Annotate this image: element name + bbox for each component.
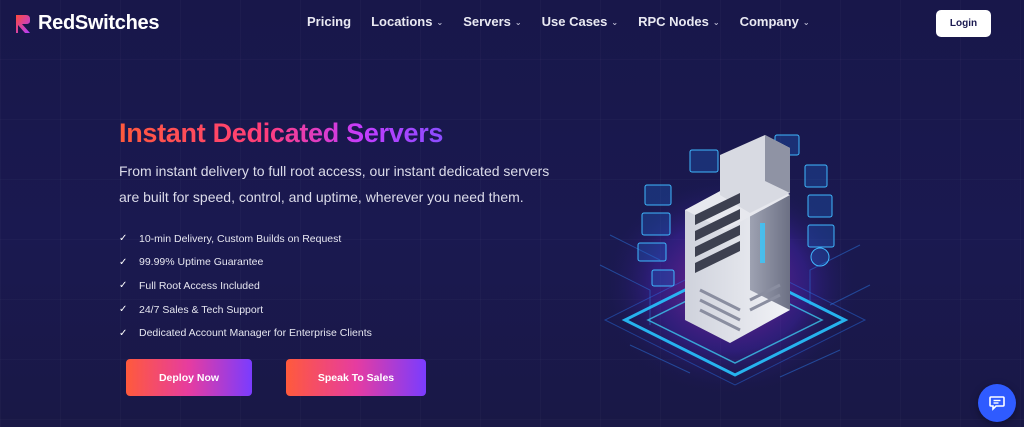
feature-list: ✓ 10-min Delivery, Custom Builds on Requ… [119, 227, 372, 345]
check-icon: ✓ [119, 327, 128, 339]
server-illustration [599, 134, 871, 395]
nav-item-label: Use Cases [541, 14, 608, 29]
nav-item-label: Company [739, 14, 799, 29]
brand-name: RedSwitches [38, 12, 160, 34]
feature-text: Full Root Access Included [139, 279, 260, 292]
chat-icon [989, 396, 1005, 411]
chevron-down-icon: ⌄ [514, 18, 522, 27]
list-item: ✓ 24/7 Sales & Tech Support [119, 298, 372, 322]
chevron-down-icon: ⌄ [436, 18, 444, 27]
nav-item-servers[interactable]: Servers ⌄ [463, 14, 521, 29]
list-item: ✓ 10-min Delivery, Custom Builds on Requ… [119, 227, 372, 251]
top-navbar: RedSwitches Pricing Locations ⌄ Servers … [0, 0, 1024, 46]
nav-item-label: Locations [371, 14, 433, 29]
check-icon: ✓ [119, 280, 128, 292]
brand-logo[interactable]: RedSwitches [14, 12, 159, 35]
nav-item-label: RPC Nodes [638, 14, 709, 29]
check-icon: ✓ [119, 304, 128, 316]
nav-item-pricing[interactable]: Pricing [307, 14, 351, 29]
login-button[interactable]: Login [936, 10, 991, 37]
list-item: ✓ Dedicated Account Manager for Enterpri… [119, 321, 372, 345]
nav-item-use-cases[interactable]: Use Cases ⌄ [542, 14, 618, 29]
check-icon: ✓ [119, 256, 128, 268]
hero-title: Instant Dedicated Servers [119, 118, 444, 148]
nav-item-locations[interactable]: Locations ⌄ [371, 14, 443, 29]
deploy-now-button[interactable]: Deploy Now [126, 359, 252, 396]
logo-mark-icon [16, 14, 30, 33]
list-item: ✓ 99.99% Uptime Guarantee [119, 251, 372, 275]
chat-button[interactable] [978, 384, 1016, 422]
chevron-down-icon: ⌄ [611, 18, 619, 27]
hero-description: From instant delivery to full root acces… [119, 163, 550, 205]
speak-to-sales-button[interactable]: Speak To Sales [286, 359, 426, 396]
chevron-down-icon: ⌄ [802, 18, 810, 27]
page: RedSwitches Pricing Locations ⌄ Servers … [0, 0, 1024, 427]
feature-text: Dedicated Account Manager for Enterprise… [139, 327, 372, 340]
main-menu: Pricing Locations ⌄ Servers ⌄ Use Cases … [307, 14, 810, 29]
chevron-down-icon: ⌄ [712, 18, 720, 27]
nav-item-label: Pricing [307, 14, 352, 29]
feature-text: 99.99% Uptime Guarantee [139, 256, 264, 269]
feature-text: 24/7 Sales & Tech Support [139, 303, 264, 316]
nav-item-rpc-nodes[interactable]: RPC Nodes ⌄ [638, 14, 720, 29]
list-item: ✓ Full Root Access Included [119, 274, 372, 298]
check-icon: ✓ [119, 233, 128, 245]
nav-item-company[interactable]: Company ⌄ [740, 14, 810, 29]
feature-text: 10-min Delivery, Custom Builds on Reques… [139, 232, 342, 245]
nav-item-label: Servers [463, 14, 511, 29]
